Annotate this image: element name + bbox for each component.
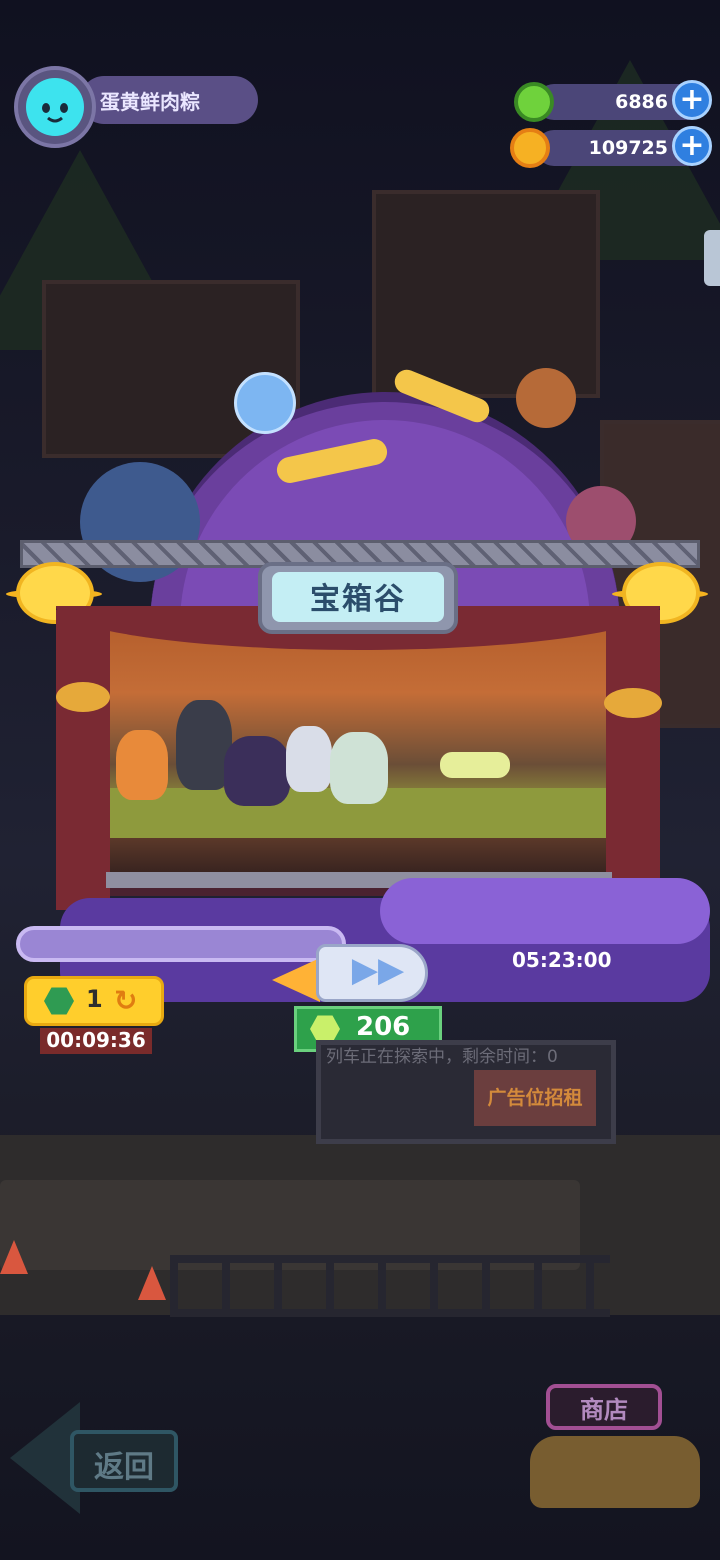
speedup-timer: 00:09:36 — [46, 1028, 146, 1052]
fence — [170, 1255, 610, 1317]
ringed-planet-icon — [234, 372, 296, 434]
billboard-ad-text: 广告位招租 — [487, 1087, 583, 1109]
rocket-flame-icon — [272, 958, 320, 1002]
cat-face-icon — [26, 78, 84, 136]
background-building — [372, 190, 600, 398]
add-gems-button[interactable]: + — [672, 80, 712, 120]
accelerate-cost: 206 — [356, 1012, 411, 1042]
fox-character[interactable] — [116, 730, 168, 800]
speedup-count: 1 — [86, 985, 103, 1013]
add-coins-button[interactable]: + — [672, 126, 712, 166]
traffic-cone-icon — [0, 1240, 28, 1274]
location-title: 宝箱谷 — [310, 582, 406, 617]
side-menu-tab[interactable] — [704, 230, 720, 286]
progress-track — [16, 926, 346, 962]
billboard-ticker: 列车正在探索中，剩余时间：0 — [326, 1047, 558, 1067]
gem-count: 6886 — [615, 91, 668, 113]
bow-icon — [56, 682, 110, 712]
traffic-cone-icon — [138, 1266, 166, 1300]
right-curtain — [606, 610, 660, 910]
refresh-icon: ↻ — [114, 984, 138, 1017]
gold-planet-coin-icon — [510, 128, 550, 168]
ghost-character[interactable] — [286, 726, 332, 792]
planet-icon — [516, 368, 576, 428]
shop-cart-icon[interactable] — [530, 1436, 700, 1508]
fairy-character[interactable] — [330, 732, 388, 804]
player-name: 蛋黄鲜肉粽 — [100, 90, 200, 114]
fast-forward-icon: ▶▶ — [351, 950, 405, 990]
shop-label: 商店 — [580, 1396, 628, 1424]
bow-icon — [604, 688, 662, 718]
back-label: 返回 — [94, 1450, 154, 1485]
cat-mage-character[interactable] — [224, 736, 290, 806]
coin-count: 109725 — [588, 137, 668, 159]
left-curtain — [56, 610, 110, 910]
remaining-time: 05:23:00 — [512, 948, 612, 972]
progress-cloud — [380, 878, 710, 944]
glowing-mushrooms — [440, 752, 510, 778]
